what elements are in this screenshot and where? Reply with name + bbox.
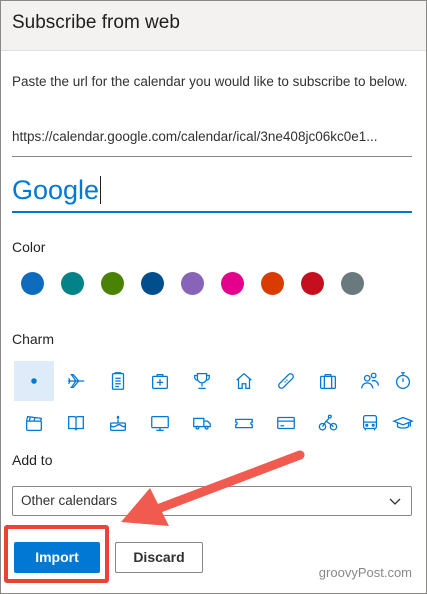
instruction-text: Paste the url for the calendar you would… bbox=[12, 74, 408, 89]
graduation-cap-icon[interactable] bbox=[392, 403, 426, 443]
color-swatch-navy[interactable] bbox=[141, 272, 164, 295]
stopwatch-icon[interactable] bbox=[392, 361, 426, 401]
dialog-header: Subscribe from web bbox=[1, 1, 426, 51]
color-swatch-blue[interactable] bbox=[21, 272, 44, 295]
home-icon[interactable] bbox=[224, 361, 264, 401]
add-to-selected-value: Other calendars bbox=[21, 493, 118, 508]
people-icon[interactable] bbox=[350, 361, 390, 401]
briefcase-icon[interactable] bbox=[308, 361, 348, 401]
color-swatch-purple[interactable] bbox=[181, 272, 204, 295]
first-aid-kit-icon[interactable] bbox=[140, 361, 180, 401]
calendar-name-input[interactable]: Google bbox=[12, 173, 412, 213]
add-to-label: Add to bbox=[12, 452, 53, 468]
clapperboard-icon[interactable] bbox=[14, 403, 54, 443]
truck-icon[interactable] bbox=[182, 403, 222, 443]
clipboard-icon[interactable] bbox=[98, 361, 138, 401]
dialog-title: Subscribe from web bbox=[12, 12, 180, 33]
calendar-url-input[interactable]: https://calendar.google.com/calendar/ica… bbox=[12, 125, 412, 157]
trophy-icon[interactable] bbox=[182, 361, 222, 401]
dot-icon[interactable] bbox=[14, 361, 54, 401]
chevron-down-icon bbox=[389, 498, 401, 505]
color-swatch-orange[interactable] bbox=[261, 272, 284, 295]
book-icon[interactable] bbox=[56, 403, 96, 443]
color-swatch-green[interactable] bbox=[101, 272, 124, 295]
color-swatch-teal[interactable] bbox=[61, 272, 84, 295]
ticket-icon[interactable] bbox=[224, 403, 264, 443]
color-label: Color bbox=[12, 239, 46, 255]
text-caret bbox=[100, 176, 102, 204]
subscribe-dialog: Subscribe from web Paste the url for the… bbox=[0, 0, 427, 594]
charm-label: Charm bbox=[12, 331, 55, 347]
cyclist-icon[interactable] bbox=[308, 403, 348, 443]
monitor-icon[interactable] bbox=[140, 403, 180, 443]
bus-icon[interactable] bbox=[350, 403, 390, 443]
color-swatch-magenta[interactable] bbox=[221, 272, 244, 295]
calendar-name-value: Google bbox=[12, 175, 100, 205]
card-icon[interactable] bbox=[266, 403, 306, 443]
discard-button[interactable]: Discard bbox=[115, 542, 203, 573]
airplane-icon[interactable] bbox=[56, 361, 96, 401]
watermark: groovyPost.com bbox=[318, 565, 412, 580]
import-highlight-box bbox=[4, 525, 109, 583]
add-to-dropdown[interactable]: Other calendars bbox=[12, 486, 412, 516]
bandage-icon[interactable] bbox=[266, 361, 306, 401]
color-swatch-red[interactable] bbox=[301, 272, 324, 295]
color-swatch-gray[interactable] bbox=[341, 272, 364, 295]
cake-icon[interactable] bbox=[98, 403, 138, 443]
